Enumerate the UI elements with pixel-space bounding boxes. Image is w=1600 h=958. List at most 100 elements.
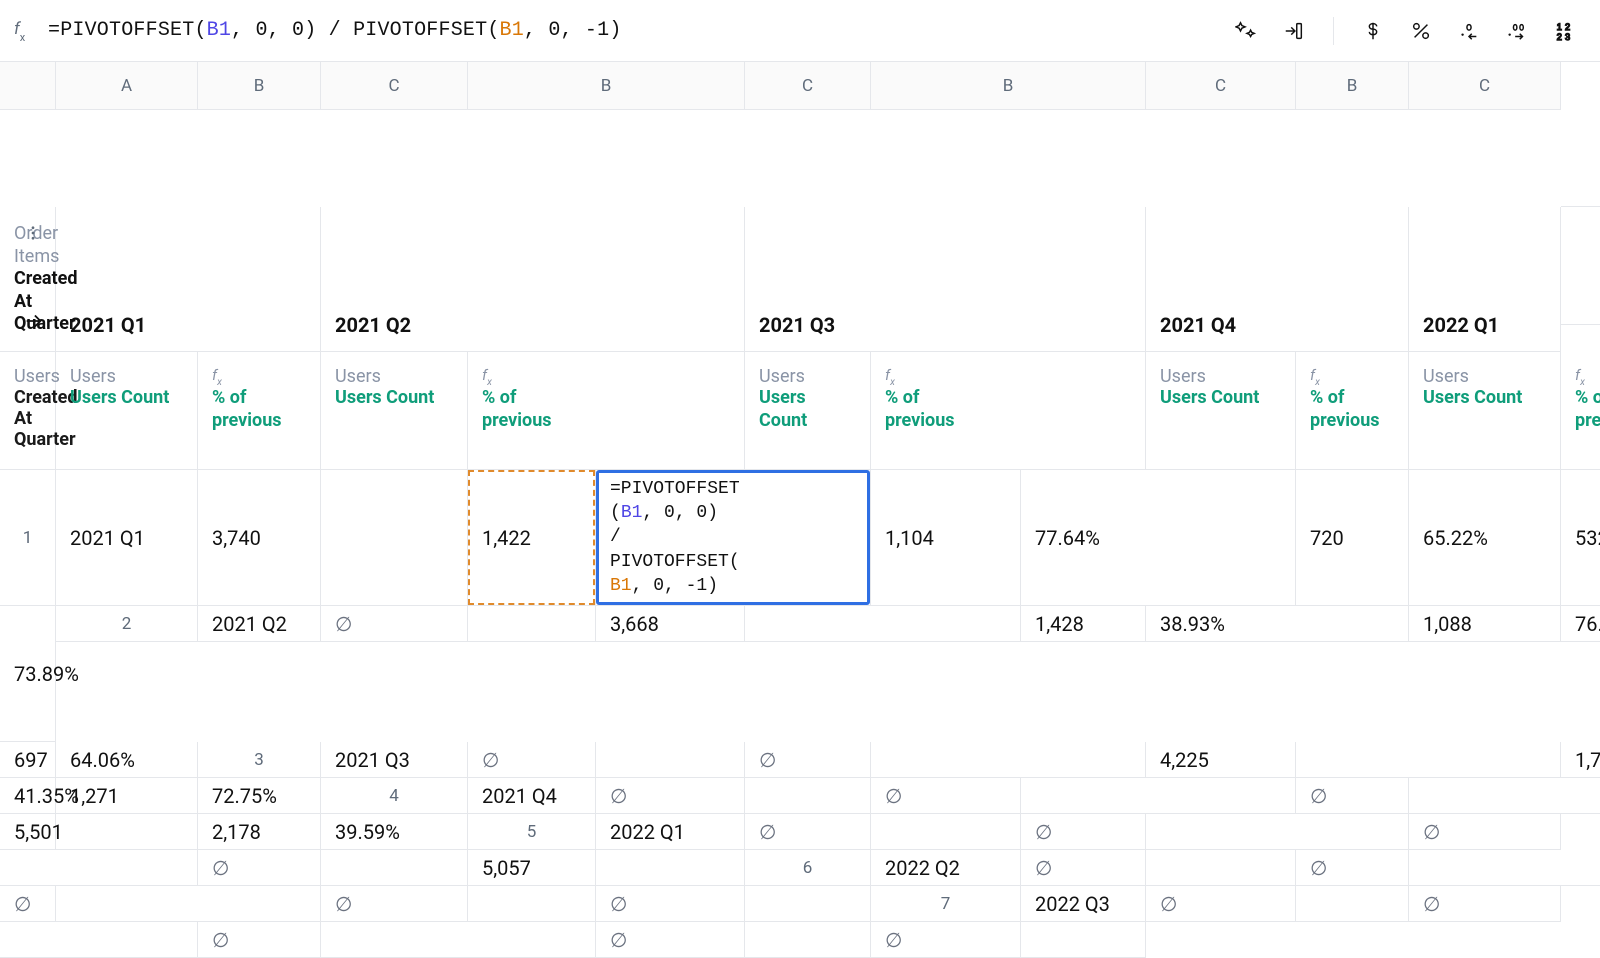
data-cell[interactable]	[871, 814, 1021, 850]
corner-cell[interactable]	[0, 62, 56, 110]
data-cell[interactable]	[321, 470, 468, 606]
measure-header-pct-previous[interactable]: fx % of previous	[1296, 352, 1409, 470]
data-cell[interactable]	[1146, 814, 1409, 850]
data-cell[interactable]: 3,740	[198, 470, 321, 606]
row-label[interactable]: 2022 Q3	[1021, 886, 1146, 922]
data-cell[interactable]	[468, 606, 596, 642]
data-cell[interactable]: ∅	[321, 606, 468, 642]
data-cell[interactable]: 532	[1561, 470, 1600, 606]
data-cell[interactable]: ∅	[1296, 850, 1409, 886]
col-header-B[interactable]: B	[198, 62, 321, 110]
data-cell[interactable]: 1,747	[1561, 742, 1600, 778]
col-header-C[interactable]: C	[1146, 62, 1296, 110]
data-cell[interactable]: ∅	[1409, 814, 1561, 850]
row-number[interactable]: 3	[198, 742, 321, 778]
data-cell[interactable]	[56, 886, 321, 922]
data-cell[interactable]	[1021, 778, 1296, 814]
col-header-B[interactable]: B	[871, 62, 1146, 110]
data-cell[interactable]: 1,104	[871, 470, 1021, 606]
row-label[interactable]: 2021 Q4	[468, 778, 596, 814]
data-cell[interactable]: ∅	[321, 886, 468, 922]
data-cell[interactable]	[0, 850, 198, 886]
measure-header-pct-previous[interactable]: fx % of previous	[468, 352, 745, 470]
data-cell[interactable]	[1296, 742, 1561, 778]
data-cell[interactable]: 697	[0, 742, 56, 778]
data-cell[interactable]	[56, 814, 198, 850]
pivot-col-group[interactable]: 2021 Q4	[1146, 207, 1409, 352]
pivot-col-group[interactable]: 2021 Q2	[321, 207, 745, 352]
measure-header-pct-previous[interactable]: fx % of previous	[198, 352, 321, 470]
data-cell[interactable]: 77.64%	[1021, 470, 1296, 606]
measure-header-users-count[interactable]: Users Users Count	[745, 352, 871, 470]
data-cell[interactable]: 5,057	[468, 850, 596, 886]
measure-header-users-count[interactable]: Users Users Count	[56, 352, 198, 470]
increase-decimals-icon[interactable]	[1504, 18, 1530, 44]
data-cell[interactable]: 2,178	[198, 814, 321, 850]
data-cell[interactable]	[468, 886, 596, 922]
kebab-icon[interactable]	[21, 221, 45, 245]
data-cell[interactable]	[321, 850, 468, 886]
data-cell[interactable]	[1409, 778, 1600, 814]
data-cell[interactable]: 5,501	[0, 814, 56, 850]
data-cell[interactable]: ∅	[871, 778, 1021, 814]
data-cell[interactable]	[596, 742, 745, 778]
data-cell[interactable]	[0, 922, 198, 958]
percent-icon[interactable]	[1408, 18, 1434, 44]
row-label[interactable]: 2021 Q3	[321, 742, 468, 778]
data-cell[interactable]	[745, 886, 871, 922]
row-label[interactable]: 2021 Q2	[198, 606, 321, 642]
data-cell[interactable]: 76.19%	[1561, 606, 1600, 642]
fraction-format-icon[interactable]: 1223	[1552, 18, 1578, 44]
pivot-col-group[interactable]: 2022 Q1	[1409, 207, 1561, 352]
cell-editor[interactable]: =PIVOTOFFSET (B1, 0, 0) / PIVOTOFFSET( B…	[610, 477, 856, 598]
row-number[interactable]: 1	[0, 470, 56, 606]
data-cell-editing[interactable]: =PIVOTOFFSET (B1, 0, 0) / PIVOTOFFSET( B…	[596, 470, 871, 606]
data-cell[interactable]: 38.93%	[1146, 606, 1409, 642]
row-label[interactable]: 2022 Q2	[871, 850, 1021, 886]
data-cell[interactable]	[1146, 850, 1296, 886]
data-cell[interactable]	[321, 922, 596, 958]
pivot-row-subfield-header[interactable]: Users Created At Quarter	[0, 352, 56, 470]
insert-right-icon[interactable]	[1281, 18, 1307, 44]
measure-header-pct-previous[interactable]: fx % of previous	[871, 352, 1146, 470]
measure-header-users-count[interactable]: Users Users Count	[1146, 352, 1296, 470]
data-cell-source-highlight[interactable]: 1,422	[468, 470, 596, 606]
decrease-decimals-icon[interactable]	[1456, 18, 1482, 44]
data-cell[interactable]: ∅	[745, 814, 871, 850]
data-cell[interactable]: ∅	[468, 742, 596, 778]
data-cell[interactable]: 4,225	[1146, 742, 1296, 778]
data-cell[interactable]: 64.06%	[56, 742, 198, 778]
data-cell[interactable]: 3,668	[596, 606, 745, 642]
row-number[interactable]: 2	[56, 606, 198, 642]
data-cell[interactable]	[1296, 886, 1409, 922]
data-cell[interactable]: ∅	[745, 742, 871, 778]
data-cell[interactable]: ∅	[596, 922, 745, 958]
measure-header-users-count[interactable]: Users Users Count	[321, 352, 468, 470]
data-cell[interactable]: ∅	[1021, 850, 1146, 886]
data-cell[interactable]	[1021, 922, 1146, 958]
data-cell[interactable]: ∅	[1021, 814, 1146, 850]
row-number[interactable]: 6	[745, 850, 871, 886]
col-header-C[interactable]: C	[1409, 62, 1561, 110]
data-cell[interactable]	[745, 922, 871, 958]
data-cell[interactable]: ∅	[0, 886, 56, 922]
row-number[interactable]: 7	[871, 886, 1021, 922]
data-cell[interactable]	[745, 606, 1021, 642]
measure-header-users-count[interactable]: Users Users Count	[1409, 352, 1561, 470]
data-cell[interactable]: 65.22%	[1409, 470, 1561, 606]
data-cell[interactable]	[745, 778, 871, 814]
data-cell[interactable]: 39.59%	[321, 814, 468, 850]
col-header-C[interactable]: C	[321, 62, 468, 110]
data-cell[interactable]	[871, 742, 1146, 778]
col-header-B[interactable]: B	[1296, 62, 1409, 110]
data-cell[interactable]: ∅	[198, 850, 321, 886]
formula-input[interactable]: =PIVOTOFFSET(B1, 0, 0) / PIVOTOFFSET(B1,…	[48, 19, 1233, 42]
data-cell[interactable]: ∅	[596, 886, 745, 922]
data-cell[interactable]: 41.35%	[0, 778, 56, 814]
data-cell[interactable]: ∅	[1296, 778, 1409, 814]
data-cell[interactable]: ∅	[198, 922, 321, 958]
data-cell[interactable]: 1,271	[56, 778, 198, 814]
data-cell[interactable]: 1,088	[1409, 606, 1561, 642]
pivot-col-group[interactable]: 2021 Q3	[745, 207, 1146, 352]
row-label[interactable]: 2021 Q1	[56, 470, 198, 606]
